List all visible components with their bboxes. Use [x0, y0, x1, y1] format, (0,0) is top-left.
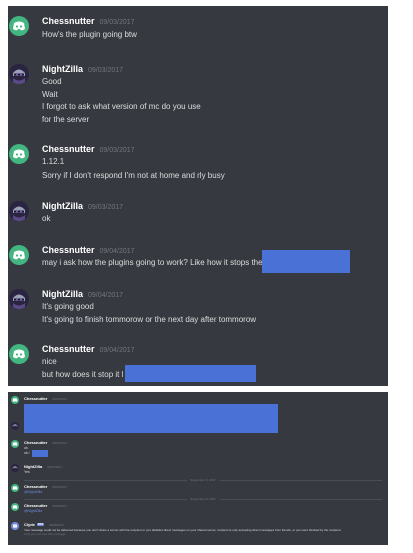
mention-link[interactable]: @NightZilla	[24, 509, 42, 513]
message-author[interactable]: NightZilla 09/04/2017	[42, 289, 123, 299]
message-text: I forgot to ask what version of mc do yo…	[42, 102, 201, 111]
message-text: ok i	[24, 451, 30, 455]
message-text: Wait	[42, 90, 58, 99]
message-text: Your message could not be delivered beca…	[24, 528, 342, 532]
message-author[interactable]: Chessnutter 09/03/2017	[42, 144, 135, 154]
discord-logo-avatar[interactable]	[9, 144, 29, 164]
ninja-avatar[interactable]	[11, 422, 19, 430]
date-divider: September 8, 2017	[24, 497, 382, 501]
message-text: Sorry if I don't respond I'm not at home…	[42, 171, 225, 180]
message-author[interactable]: Chessnutter 09/04/2017	[24, 440, 67, 445]
author-name[interactable]: NightZilla	[42, 201, 83, 211]
message-author[interactable]: NightZilla 09/03/2017	[42, 64, 123, 74]
redaction-box	[125, 365, 256, 382]
message-text: It's going good	[42, 302, 94, 311]
discord-logo-avatar[interactable]	[11, 440, 19, 448]
message-text: may i ask how the plugins going to work?…	[42, 258, 267, 267]
message-text: How's the plugin going btw	[42, 30, 137, 39]
clyde-bot-avatar[interactable]	[11, 522, 19, 530]
message-timestamp: 09/03/2017	[88, 204, 124, 211]
date-divider-label: September 8, 2017	[187, 497, 219, 501]
author-name[interactable]: NightZilla	[42, 64, 83, 74]
message-author[interactable]: Chessnutter 09/06/2017	[24, 484, 67, 489]
author-name[interactable]: NightZilla	[24, 464, 42, 469]
message-author[interactable]: Chessnutter 09/03/2017	[42, 16, 135, 26]
author-name[interactable]: Chessnutter	[24, 503, 47, 508]
ninja-avatar[interactable]	[9, 201, 29, 221]
bot-badge: BOT	[36, 523, 45, 527]
message-author[interactable]: Chessnutter 09/04/2017	[42, 245, 135, 255]
date-divider: September 6, 2017	[24, 478, 382, 482]
author-name[interactable]: Chessnutter	[42, 344, 95, 354]
ninja-avatar[interactable]	[9, 289, 29, 309]
message-author[interactable]: Chessnutter 09/08/2017	[24, 503, 67, 508]
message-timestamp: 09/04/2017	[99, 248, 135, 255]
message-timestamp: 09/08/2017	[49, 523, 65, 527]
author-name[interactable]: Clyde	[24, 522, 35, 527]
author-name[interactable]: Chessnutter	[24, 396, 47, 401]
message-timestamp: 09/04/2017	[88, 292, 124, 299]
message-timestamp: 09/03/2017	[99, 147, 135, 154]
message-author[interactable]: Chessnutter 09/04/2017	[42, 344, 135, 354]
discord-logo-avatar[interactable]	[11, 503, 19, 511]
message-text: It's going to finish tommorow or the nex…	[42, 315, 257, 324]
mention-link[interactable]: @NightZilla	[24, 490, 42, 494]
date-divider-label: September 6, 2017	[187, 478, 219, 482]
discord-logo-avatar[interactable]	[11, 484, 19, 492]
discord-logo-avatar[interactable]	[11, 396, 19, 404]
chat-panel-bottom: Chessnutter 09/04/2017 Chessnutter 09/04/2…	[8, 392, 388, 545]
message-timestamp: 09/04/2017	[52, 397, 68, 401]
message-author[interactable]: NightZilla 09/04/2017	[24, 464, 62, 469]
message-text: nice	[42, 357, 57, 366]
message-timestamp: 09/08/2017	[52, 504, 68, 508]
redaction-box	[262, 250, 350, 273]
author-name[interactable]: NightZilla	[42, 289, 83, 299]
message-timestamp: 09/04/2017	[47, 465, 63, 469]
message-author[interactable]: NightZilla 09/03/2017	[42, 201, 123, 211]
message-author[interactable]: Chessnutter 09/04/2017	[24, 396, 67, 401]
author-name[interactable]: Chessnutter	[42, 16, 95, 26]
author-name[interactable]: Chessnutter	[24, 440, 47, 445]
redaction-box	[32, 450, 48, 457]
chat-panel-top: Chessnutter 09/03/2017 How's the plugin g…	[8, 6, 388, 386]
discord-logo-avatar[interactable]	[9, 16, 29, 36]
author-name[interactable]: Chessnutter	[24, 484, 47, 489]
author-name[interactable]: Chessnutter	[42, 144, 95, 154]
message-timestamp: 09/04/2017	[99, 347, 135, 354]
message-timestamp: 09/04/2017	[52, 441, 68, 445]
ephemeral-note: Only you can see this message	[24, 532, 66, 536]
message-text: Yes	[24, 470, 30, 474]
message-timestamp: 09/03/2017	[88, 67, 124, 74]
message-timestamp: 09/06/2017	[52, 485, 68, 489]
message-text: but how does it stop it l	[42, 370, 124, 379]
redaction-box	[24, 404, 278, 433]
message-text: ok	[24, 446, 28, 450]
message-text: ok	[42, 214, 51, 223]
ninja-avatar[interactable]	[11, 464, 19, 472]
message-text: Good	[42, 77, 62, 86]
discord-logo-avatar[interactable]	[9, 245, 29, 265]
discord-logo-avatar[interactable]	[9, 344, 29, 364]
message-author[interactable]: Clyde BOT 09/08/2017	[24, 522, 64, 527]
ninja-avatar[interactable]	[9, 64, 29, 84]
message-timestamp: 09/03/2017	[99, 19, 135, 26]
message-text: for the server	[42, 115, 90, 124]
message-text: 1.12.1	[42, 157, 65, 166]
author-name[interactable]: Chessnutter	[42, 245, 95, 255]
